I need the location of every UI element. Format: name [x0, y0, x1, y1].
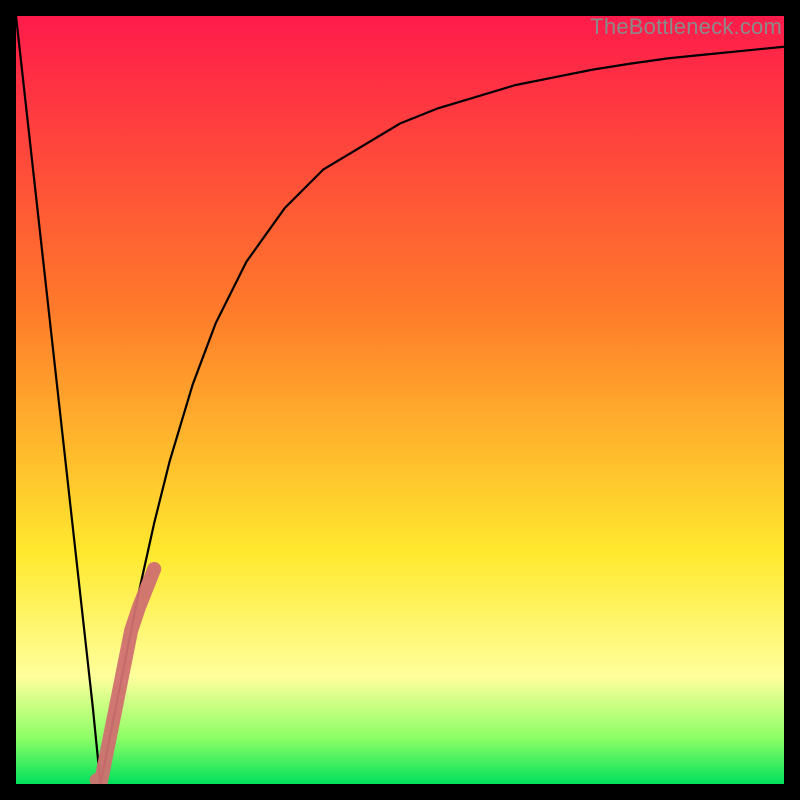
chart-frame: TheBottleneck.com [16, 16, 784, 784]
watermark-text: TheBottleneck.com [590, 14, 782, 40]
bottleneck-chart-svg [16, 16, 784, 784]
gradient-background [16, 16, 784, 784]
